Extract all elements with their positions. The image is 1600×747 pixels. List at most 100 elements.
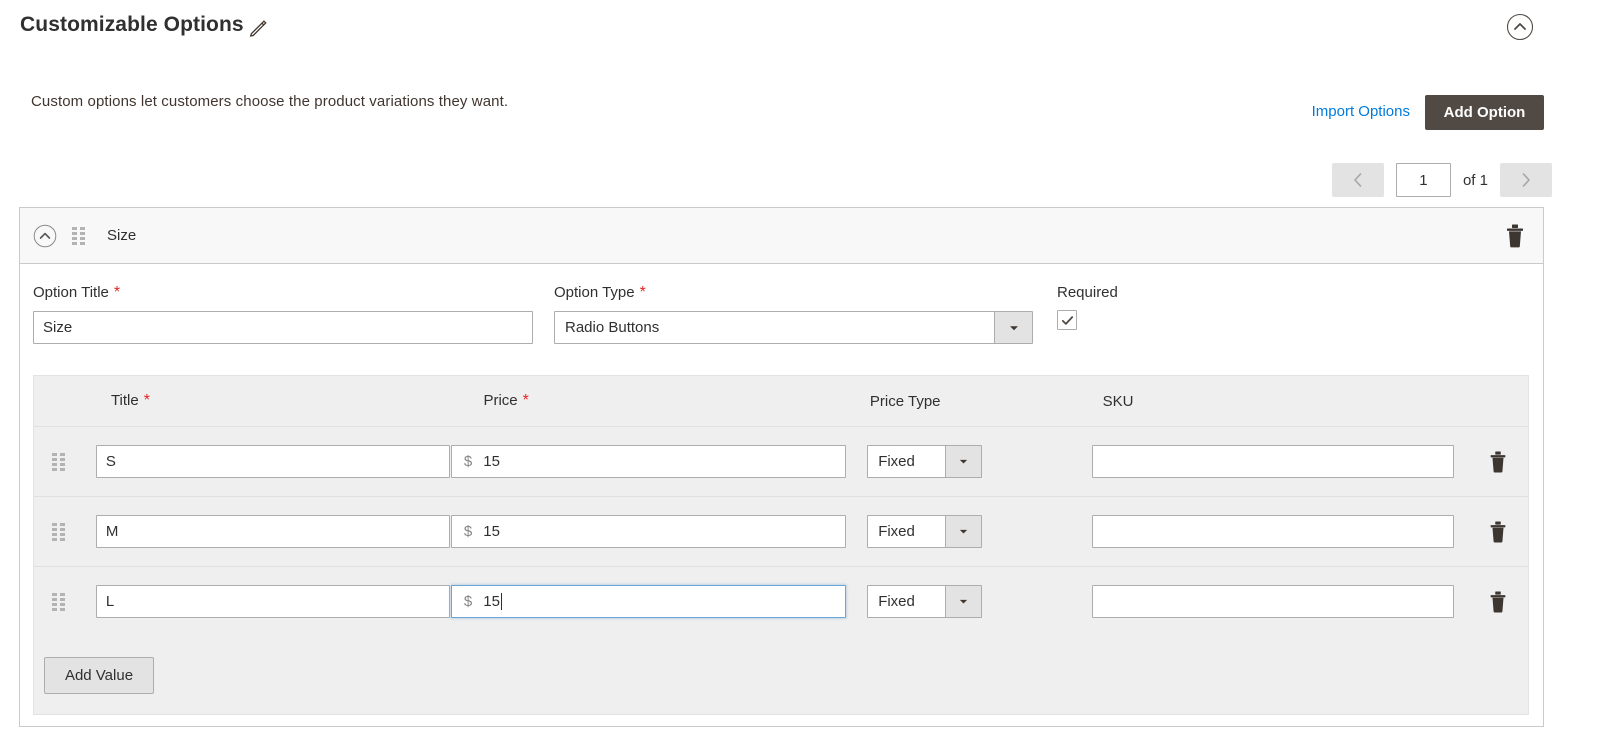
- column-header-title-text: Title: [110, 392, 139, 409]
- row-price-type-cell: Fixed: [857, 515, 1092, 548]
- column-header-price-type: Price Type: [869, 392, 941, 410]
- row-price-cell: $ 15: [448, 515, 857, 548]
- value-price-input[interactable]: $ 15: [450, 515, 846, 548]
- add-value-button[interactable]: Add Value: [44, 656, 154, 694]
- value-price-type-selected: Fixed: [878, 523, 915, 540]
- section-header: Customizable Options: [0, 0, 1600, 56]
- column-header-sku: SKU: [1102, 392, 1134, 410]
- option-panel: Size Option Title* Option Type*: [19, 207, 1544, 727]
- drag-handle-icon[interactable]: [52, 452, 66, 471]
- row-delete-cell: [1468, 590, 1528, 614]
- row-price-cell: $ 15: [448, 445, 857, 478]
- currency-symbol: $: [463, 523, 473, 540]
- value-price-type-select[interactable]: Fixed: [867, 515, 983, 548]
- values-table-header: Title * Price * Price Type SKU: [34, 376, 1528, 426]
- row-handle-cell: [34, 522, 76, 541]
- option-values-table: Title * Price * Price Type SKU S $ 15 Fi…: [33, 375, 1529, 715]
- row-price-type-cell: Fixed: [857, 445, 1092, 478]
- value-price-input[interactable]: $ 15: [450, 585, 846, 618]
- value-price-type-select[interactable]: Fixed: [867, 585, 983, 618]
- values-table-footer: Add Value: [34, 636, 1528, 714]
- option-type-select[interactable]: Radio Buttons: [554, 311, 1033, 344]
- option-required-field-group: Required: [1057, 284, 1118, 330]
- chevron-left-icon: [1354, 173, 1362, 187]
- value-sku-input[interactable]: [1091, 585, 1454, 618]
- option-drag-handle-icon[interactable]: [72, 226, 85, 245]
- row-handle-cell: [34, 592, 76, 611]
- column-header-price-text: Price: [483, 392, 518, 409]
- page-title: Customizable Options: [20, 13, 244, 36]
- row-price-type-cell: Fixed: [857, 585, 1092, 618]
- table-row: $ 15 Fixed: [34, 566, 1528, 636]
- required-asterisk: *: [522, 392, 529, 409]
- pagination-page-input[interactable]: [1395, 163, 1451, 197]
- value-delete-trash-icon[interactable]: [1487, 450, 1509, 474]
- section-description: Custom options let customers choose the …: [31, 93, 509, 110]
- chevron-down-icon[interactable]: [945, 446, 982, 477]
- table-row: $ 15 Fixed: [34, 426, 1528, 496]
- text-cursor: [500, 593, 502, 610]
- table-row: $ 15 Fixed: [34, 496, 1528, 566]
- option-collapse-toggle-icon[interactable]: [32, 223, 58, 249]
- currency-symbol: $: [463, 593, 473, 610]
- pagination: of 1: [1331, 163, 1552, 197]
- option-title-field-group: Option Title *: [33, 284, 533, 344]
- required-asterisk: *: [113, 284, 121, 301]
- chevron-down-icon[interactable]: [945, 516, 982, 547]
- option-title-input[interactable]: [33, 311, 533, 344]
- option-required-label: Required: [1057, 284, 1118, 301]
- option-type-label-text: Option Type: [554, 284, 635, 301]
- required-asterisk: *: [143, 392, 150, 409]
- value-delete-trash-icon[interactable]: [1487, 520, 1509, 544]
- row-handle-cell: [34, 452, 76, 471]
- required-asterisk: *: [639, 284, 646, 301]
- option-title-label: Option Title *: [33, 284, 533, 302]
- value-price-type-selected: Fixed: [878, 453, 915, 470]
- pagination-next-button[interactable]: [1500, 163, 1552, 197]
- option-type-label: Option Type *: [554, 284, 1033, 302]
- pagination-total-label: of 1: [1462, 171, 1488, 189]
- value-title-input[interactable]: [95, 445, 450, 478]
- customizable-options-page: Customizable Options Custom options let …: [0, 0, 1600, 747]
- value-title-input[interactable]: [95, 585, 450, 618]
- option-required-checkbox[interactable]: [1057, 310, 1077, 330]
- row-title-cell: [76, 445, 450, 478]
- row-sku-cell: [1091, 585, 1468, 618]
- add-option-button[interactable]: Add Option: [1425, 95, 1544, 130]
- currency-symbol: $: [463, 453, 473, 470]
- import-options-link[interactable]: Import Options: [1312, 103, 1410, 120]
- drag-handle-icon[interactable]: [52, 592, 66, 611]
- option-type-field-group: Option Type * Radio Buttons: [554, 284, 1033, 344]
- chevron-down-icon[interactable]: [945, 586, 982, 617]
- value-price-input[interactable]: $ 15: [450, 445, 846, 478]
- option-header: Size: [20, 208, 1543, 264]
- check-icon: [1061, 315, 1073, 325]
- row-price-cell: $ 15: [448, 585, 857, 618]
- row-title-cell: [76, 515, 450, 548]
- value-price-text: 15: [483, 593, 500, 610]
- section-collapse-toggle-icon[interactable]: [1505, 12, 1535, 42]
- value-price-type-select[interactable]: Fixed: [867, 445, 983, 478]
- row-title-cell: [76, 585, 450, 618]
- value-delete-trash-icon[interactable]: [1487, 590, 1509, 614]
- drag-handle-icon[interactable]: [52, 522, 66, 541]
- value-price-text: 15: [483, 453, 500, 470]
- option-title-label-text: Option Title: [33, 284, 109, 301]
- option-header-title: Size: [107, 227, 137, 244]
- pagination-prev-button[interactable]: [1331, 163, 1384, 197]
- chevron-down-icon[interactable]: [994, 312, 1032, 343]
- value-price-text: 15: [483, 523, 500, 540]
- row-sku-cell: [1091, 515, 1468, 548]
- row-delete-cell: [1468, 520, 1528, 544]
- option-fields-row: Option Title* Option Type* Radio Buttons: [20, 264, 1543, 374]
- value-sku-input[interactable]: [1091, 445, 1454, 478]
- chevron-right-icon: [1522, 173, 1530, 187]
- column-header-price: Price *: [447, 392, 856, 410]
- row-delete-cell: [1468, 450, 1528, 474]
- value-title-input[interactable]: [95, 515, 450, 548]
- option-delete-trash-icon[interactable]: [1503, 223, 1527, 249]
- value-sku-input[interactable]: [1091, 515, 1454, 548]
- value-price-type-selected: Fixed: [878, 593, 915, 610]
- pencil-icon[interactable]: [247, 17, 269, 39]
- option-type-selected-value: Radio Buttons: [565, 319, 660, 336]
